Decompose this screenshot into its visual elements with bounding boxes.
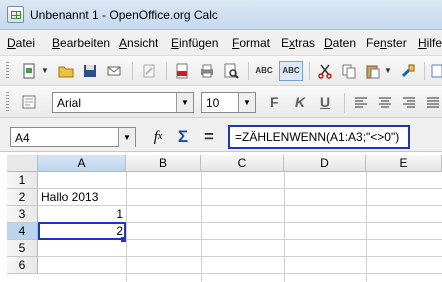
styles-formatting-icon[interactable] xyxy=(20,93,38,111)
export-pdf-icon[interactable] xyxy=(173,62,191,80)
new-dropdown-icon[interactable]: ▼ xyxy=(41,66,49,75)
paste-icon[interactable] xyxy=(364,62,382,80)
formula-input[interactable]: =ZÄHLENWENN(A1:A3;"<>0") xyxy=(228,125,410,149)
select-all-corner[interactable] xyxy=(7,155,38,172)
edit-file-icon[interactable] xyxy=(140,62,158,80)
row-header-2[interactable]: 2 xyxy=(7,189,38,206)
font-name-combo[interactable]: Arial ▼ xyxy=(52,92,194,113)
chevron-down-icon[interactable]: ▼ xyxy=(176,93,193,112)
cell-a3[interactable]: 1 xyxy=(38,206,126,223)
clone-formatting-icon[interactable] xyxy=(399,62,417,80)
font-name-value: Arial xyxy=(57,96,82,110)
save-icon[interactable] xyxy=(81,62,99,80)
column-header-d[interactable]: D xyxy=(284,155,366,172)
column-header-b[interactable]: B xyxy=(126,155,201,172)
window-title: Unbenannt 1 - OpenOffice.org Calc xyxy=(30,8,218,22)
sum-icon[interactable]: Σ xyxy=(174,127,192,145)
spellcheck-icon[interactable]: ABC xyxy=(255,62,273,80)
equals-icon[interactable]: = xyxy=(200,127,218,145)
menu-daten[interactable]: Daten xyxy=(324,36,356,50)
align-center-icon[interactable] xyxy=(376,94,394,112)
menu-ansicht[interactable]: Ansicht xyxy=(119,36,158,50)
cell-cursor xyxy=(38,222,126,240)
new-document-icon[interactable] xyxy=(20,62,38,80)
email-icon[interactable] xyxy=(105,62,123,80)
toolbar-grip[interactable] xyxy=(6,62,9,80)
page-preview-icon[interactable] xyxy=(222,62,240,80)
align-left-icon[interactable] xyxy=(352,94,370,112)
column-header-a[interactable]: A xyxy=(38,155,126,172)
function-wizard-icon[interactable]: fx xyxy=(149,128,167,146)
menu-einfuegen[interactable]: Einfügen xyxy=(171,36,218,50)
print-icon[interactable] xyxy=(198,62,216,80)
cell-a2[interactable]: Hallo 2013 xyxy=(38,189,126,206)
menu-bar: Datei Bearbeiten Ansicht Einfügen Format… xyxy=(0,30,442,56)
chevron-down-icon[interactable]: ▼ xyxy=(118,128,135,147)
autospellcheck-icon[interactable]: ABC xyxy=(279,61,303,81)
align-right-icon[interactable] xyxy=(400,94,418,112)
fill-handle[interactable] xyxy=(121,237,126,242)
calc-app-icon xyxy=(7,6,24,23)
font-size-value: 10 xyxy=(206,96,220,110)
paste-dropdown-icon[interactable]: ▼ xyxy=(384,66,392,75)
underline-button[interactable]: U xyxy=(320,94,330,110)
row-header-5[interactable]: 5 xyxy=(7,240,38,257)
menu-format[interactable]: Format xyxy=(232,36,270,50)
column-header-e[interactable]: E xyxy=(366,155,442,172)
font-size-combo[interactable]: 10 ▼ xyxy=(201,92,256,113)
title-bar: Unbenannt 1 - OpenOffice.org Calc xyxy=(0,0,442,30)
standard-toolbar: ▼ ABC ABC ▼ xyxy=(0,56,442,86)
chevron-down-icon[interactable]: ▼ xyxy=(238,93,255,112)
column-header-c[interactable]: C xyxy=(201,155,284,172)
toolbar-grip[interactable] xyxy=(6,92,9,112)
row-header-4[interactable]: 4 xyxy=(7,223,38,240)
copy-icon[interactable] xyxy=(340,62,358,80)
menu-datei[interactable]: Datei xyxy=(7,36,35,50)
row-header-1[interactable]: 1 xyxy=(7,172,38,189)
italic-button[interactable]: K xyxy=(295,94,305,110)
name-box-value: A4 xyxy=(15,131,30,145)
menu-fenster[interactable]: Fenster xyxy=(366,36,407,50)
row-header-3[interactable]: 3 xyxy=(7,206,38,223)
justify-icon[interactable] xyxy=(424,94,442,112)
menu-bearbeiten[interactable]: Bearbeiten xyxy=(52,36,110,50)
name-box[interactable]: A4 ▼ xyxy=(10,127,136,147)
menu-extras[interactable]: Extras xyxy=(281,36,315,50)
bold-button[interactable]: F xyxy=(270,94,279,110)
menu-hilfe[interactable]: Hilfe xyxy=(418,36,442,50)
cut-icon[interactable] xyxy=(316,62,334,80)
row-header-6[interactable]: 6 xyxy=(7,257,38,274)
more-tools-icon[interactable] xyxy=(430,62,442,80)
open-folder-icon[interactable] xyxy=(57,62,75,80)
formula-text: =ZÄHLENWENN(A1:A3;"<>0") xyxy=(235,130,400,144)
